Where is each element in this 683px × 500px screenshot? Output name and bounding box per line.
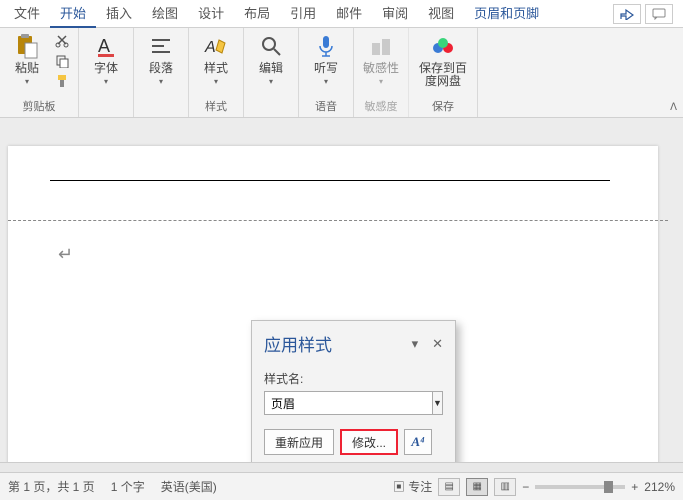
group-paragraph: 段落 ▾ — [134, 28, 189, 117]
cut-icon[interactable] — [52, 32, 72, 50]
ribbon: 粘贴 ▾ 剪贴板 A 字体 ▾ 段落 ▾ — [0, 28, 683, 118]
tab-references[interactable]: 引用 — [280, 0, 326, 28]
sensitivity-icon — [367, 32, 395, 60]
apply-styles-pane: 应用样式 ▾ ✕ 样式名: ▼ 重新应用 修改... A⁴ "记忆式键入"样式名 — [251, 320, 456, 472]
tab-review[interactable]: 审阅 — [372, 0, 418, 28]
tab-view[interactable]: 视图 — [418, 0, 464, 28]
svg-text:A: A — [204, 39, 216, 56]
status-word-count[interactable]: 1 个字 — [111, 478, 145, 495]
group-label-sensitivity: 敏感度 — [365, 97, 398, 115]
header-rule — [50, 180, 610, 181]
paragraph-mark: ↵ — [58, 244, 73, 265]
comments-button[interactable] — [645, 4, 673, 24]
group-styles: A 样式 ▾ 样式 — [189, 28, 244, 117]
tab-layout[interactable]: 布局 — [234, 0, 280, 28]
tab-design[interactable]: 设计 — [188, 0, 234, 28]
view-web-icon[interactable]: ▥ — [494, 478, 516, 496]
paste-button[interactable]: 粘贴 ▾ — [6, 32, 48, 86]
zoom-slider[interactable] — [535, 485, 625, 489]
view-print-icon[interactable]: ▦ — [466, 478, 488, 496]
styles-pane-icon[interactable]: A⁴ — [404, 429, 432, 455]
tab-mail[interactable]: 邮件 — [326, 0, 372, 28]
status-language[interactable]: 英语(美国) — [161, 478, 217, 495]
microphone-icon — [312, 32, 340, 60]
group-label-clipboard: 剪贴板 — [23, 97, 56, 115]
group-dictate: 听写 ▾ 语音 — [299, 28, 354, 117]
copy-icon[interactable] — [52, 52, 72, 70]
tab-file[interactable]: 文件 — [4, 0, 50, 28]
style-name-input[interactable] — [264, 391, 433, 415]
group-clipboard: 粘贴 ▾ 剪贴板 — [0, 28, 79, 117]
modify-button[interactable]: 修改... — [340, 429, 398, 455]
paragraph-button[interactable]: 段落 ▾ — [140, 32, 182, 86]
menu-tabs: 文件 开始 插入 绘图 设计 布局 引用 邮件 审阅 视图 页眉和页脚 — [0, 0, 683, 28]
cloud-icon — [429, 32, 457, 60]
share-button[interactable] — [613, 4, 641, 24]
tab-insert[interactable]: 插入 — [96, 0, 142, 28]
view-read-icon[interactable]: ▤ — [438, 478, 460, 496]
styles-icon: A — [202, 32, 230, 60]
styles-button[interactable]: A 样式 ▾ — [195, 32, 237, 86]
group-label-save: 保存 — [432, 97, 454, 115]
zoom-level[interactable]: 212% — [644, 480, 675, 494]
paragraph-icon — [147, 32, 175, 60]
pane-title: 应用样式 — [264, 331, 332, 356]
format-painter-icon[interactable] — [52, 72, 72, 90]
zoom-in-button[interactable]: + — [631, 480, 638, 494]
style-dropdown-icon[interactable]: ▼ — [433, 391, 443, 415]
tab-header-footer[interactable]: 页眉和页脚 — [464, 0, 549, 28]
group-font: A 字体 ▾ — [79, 28, 134, 117]
pane-menu-icon[interactable]: ▾ — [412, 336, 419, 352]
group-sensitivity: 敏感性 ▾ 敏感度 — [354, 28, 409, 117]
tab-draw[interactable]: 绘图 — [142, 0, 188, 28]
font-icon: A — [92, 32, 120, 60]
font-button[interactable]: A 字体 ▾ — [85, 32, 127, 86]
horizontal-scrollbar[interactable] — [0, 462, 683, 472]
search-icon — [257, 32, 285, 60]
zoom-out-button[interactable]: − — [522, 480, 529, 494]
svg-text:A: A — [98, 36, 110, 56]
clipboard-icon — [13, 32, 41, 60]
status-bar: 第 1 页，共 1 页 1 个字 英语(美国) ▣ 专注 ▤ ▦ ▥ − + 2… — [0, 472, 683, 500]
group-editing: 编辑 ▾ — [244, 28, 299, 117]
save-baidu-button[interactable]: 保存到百度网盘 — [415, 32, 471, 88]
group-label-styles: 样式 — [205, 97, 227, 115]
document-area: ↵ 应用样式 ▾ ✕ 样式名: ▼ 重新应用 修改... A⁴ "记忆式键入"样… — [0, 118, 683, 472]
focus-mode-button[interactable]: ▣ 专注 — [393, 478, 432, 495]
style-name-label: 样式名: — [264, 370, 443, 387]
sensitivity-button: 敏感性 ▾ — [360, 32, 402, 86]
editing-button[interactable]: 编辑 ▾ — [250, 32, 292, 86]
ribbon-collapse-icon[interactable]: ᐱ — [670, 102, 677, 113]
tab-home[interactable]: 开始 — [50, 0, 96, 28]
dictate-button[interactable]: 听写 ▾ — [305, 32, 347, 86]
reapply-button[interactable]: 重新应用 — [264, 429, 334, 455]
pane-close-icon[interactable]: ✕ — [432, 336, 443, 352]
header-margin-dash — [8, 220, 668, 221]
group-save: 保存到百度网盘 保存 — [409, 28, 478, 117]
group-label-voice: 语音 — [315, 97, 337, 115]
status-page[interactable]: 第 1 页，共 1 页 — [8, 478, 95, 495]
